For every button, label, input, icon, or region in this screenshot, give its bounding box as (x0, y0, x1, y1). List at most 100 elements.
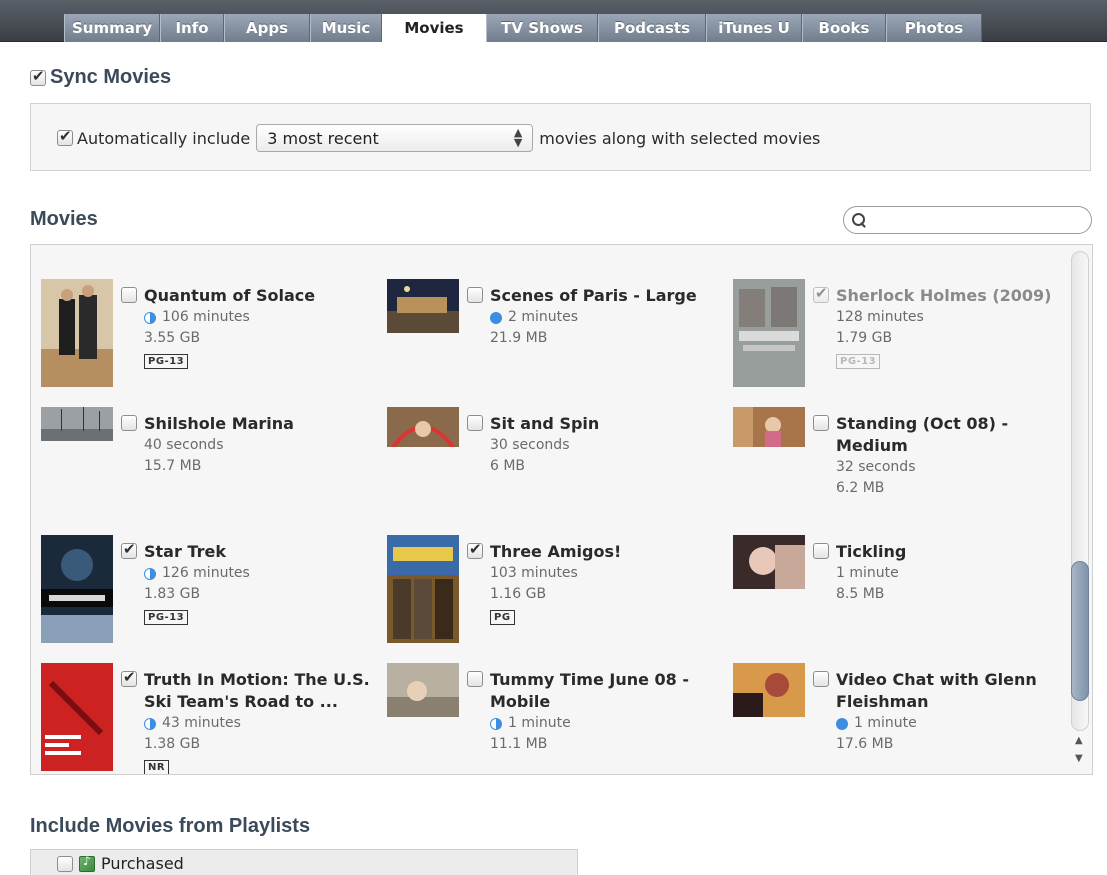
movie-title: Star Trek (144, 542, 226, 561)
video-thumb-tickling (733, 535, 805, 589)
movie-size: 17.6 MB (836, 736, 894, 752)
auto-include-selected-value: 3 most recent (267, 128, 379, 148)
movie-checkbox[interactable] (813, 543, 829, 559)
movie-title: Sit and Spin (490, 414, 600, 433)
movie-item: Tummy Time June 08 - Mobile 1 minute 11.… (387, 663, 717, 774)
movie-poster-quantum (41, 279, 113, 387)
scroll-down-arrow-icon[interactable]: ▼ (1075, 753, 1083, 764)
movie-title: Tickling (836, 542, 907, 561)
movie-rating-badge: PG-13 (144, 354, 189, 369)
tab-info[interactable]: Info (160, 14, 224, 42)
movie-duration: 43 minutes (162, 715, 241, 731)
select-arrows-icon: ▲ ▼ (513, 126, 523, 149)
movie-duration: 1 minute (508, 715, 571, 731)
tab-podcasts[interactable]: Podcasts (598, 14, 706, 42)
tab-books[interactable]: Books (802, 14, 886, 42)
movie-item: Standing (Oct 08) - Medium 32 seconds 6.… (733, 407, 1063, 532)
movie-item: Quantum of Solace 106 minutes 3.55 GB PG… (41, 279, 371, 404)
tab-photos[interactable]: Photos (886, 14, 982, 42)
movie-item: Video Chat with Glenn Fleishman 1 minute… (733, 663, 1063, 774)
movie-checkbox[interactable] (121, 668, 137, 687)
tab-strip: Summary Info Apps Music Movies TV Shows … (64, 14, 982, 42)
movie-title: Shilshole Marina (144, 414, 294, 433)
tab-music[interactable]: Music (310, 14, 382, 42)
playlists-section-title: Include Movies from Playlists (30, 815, 311, 837)
playlist-label: Purchased (101, 854, 184, 873)
movie-search-field[interactable] (843, 206, 1092, 234)
movie-title: Tummy Time June 08 - Mobile (490, 670, 690, 711)
movie-checkbox[interactable] (121, 415, 137, 431)
video-thumb-chat (733, 663, 805, 717)
search-icon (852, 212, 867, 228)
auto-include-checkbox[interactable] (57, 127, 73, 146)
movie-size: 1.38 GB (144, 736, 201, 752)
movie-rating-badge: NR (144, 760, 170, 774)
movie-checkbox[interactable] (467, 671, 483, 687)
movie-size: 6 MB (490, 458, 526, 474)
movie-checkbox[interactable] (813, 415, 829, 431)
movie-duration: 103 minutes (490, 565, 578, 581)
movies-section-title: Movies (30, 208, 98, 230)
movie-item: Shilshole Marina 40 seconds 15.7 MB (41, 407, 371, 532)
movie-duration: 1 minute (854, 715, 917, 731)
scrollbar-thumb[interactable] (1071, 561, 1089, 701)
auto-include-label: Automatically include (77, 128, 251, 148)
movie-poster-amigos (387, 535, 459, 643)
movie-duration: 106 minutes (162, 309, 250, 325)
video-thumb-standing (733, 407, 805, 447)
search-input[interactable] (873, 212, 1083, 228)
movie-checkbox[interactable] (467, 540, 483, 559)
movie-checkbox[interactable] (813, 671, 829, 687)
movie-duration: 32 seconds (836, 459, 916, 475)
movie-size: 3.55 GB (144, 330, 201, 346)
movie-item: Star Trek 126 minutes 1.83 GB PG-13 (41, 535, 371, 660)
tab-summary[interactable]: Summary (64, 14, 160, 42)
movie-item: Three Amigos! 103 minutes 1.16 GB PG (387, 535, 717, 660)
movie-title: Sherlock Holmes (2009) (836, 286, 1052, 305)
movie-title: Quantum of Solace (144, 286, 316, 305)
movie-title: Scenes of Paris - Large (490, 286, 697, 305)
auto-include-select[interactable]: 3 most recent ▲ ▼ (256, 124, 534, 152)
itunes-sync-window: Summary Info Apps Music Movies TV Shows … (0, 0, 1107, 875)
movie-checkbox[interactable] (121, 540, 137, 559)
partially-watched-icon (144, 717, 156, 730)
movie-grid: Quantum of Solace 106 minutes 3.55 GB PG… (30, 244, 1093, 775)
movie-size: 21.9 MB (490, 330, 548, 346)
movie-grid-scrollbar[interactable]: ▲ ▼ (1069, 249, 1091, 771)
movie-checkbox[interactable] (467, 287, 483, 303)
movie-rating-badge: PG-13 (144, 610, 189, 625)
sync-movies-header: Sync Movies (30, 66, 171, 89)
movie-size: 8.5 MB (836, 586, 885, 602)
video-thumb-paris (387, 279, 459, 333)
movie-duration: 30 seconds (490, 437, 570, 453)
movie-item: Sit and Spin 30 seconds 6 MB (387, 407, 717, 532)
tab-tv-shows[interactable]: TV Shows (486, 14, 598, 42)
tab-bar: Summary Info Apps Music Movies TV Shows … (0, 0, 1107, 42)
purchased-playlist-icon (79, 854, 95, 872)
movie-checkbox[interactable] (467, 415, 483, 431)
movie-rating-badge: PG (490, 610, 515, 625)
auto-include-suffix: movies along with selected movies (539, 128, 821, 148)
tab-movies[interactable]: Movies (382, 14, 486, 42)
movie-checkbox[interactable] (813, 284, 829, 303)
movie-checkbox[interactable] (121, 287, 137, 303)
video-thumb-tummy (387, 663, 459, 717)
movie-title: Truth In Motion: The U.S. Ski Team's Roa… (144, 670, 370, 711)
movie-duration: 40 seconds (144, 437, 224, 453)
movie-rating-badge: PG-13 (836, 354, 881, 369)
playlist-item[interactable]: Purchased (57, 854, 184, 873)
sync-movies-checkbox[interactable] (30, 67, 46, 86)
tab-itunes-u[interactable]: iTunes U (706, 14, 802, 42)
movie-size: 1.79 GB (836, 330, 893, 346)
playlist-checkbox[interactable] (57, 855, 73, 872)
tab-apps[interactable]: Apps (224, 14, 310, 42)
scroll-up-arrow-icon[interactable]: ▲ (1075, 735, 1083, 746)
movie-size: 1.83 GB (144, 586, 201, 602)
movie-title: Video Chat with Glenn Fleishman (836, 670, 1037, 711)
movie-item: Truth In Motion: The U.S. Ski Team's Roa… (41, 663, 371, 774)
movie-item: Scenes of Paris - Large 2 minutes 21.9 M… (387, 279, 717, 404)
partially-watched-icon (144, 311, 156, 324)
movie-poster-startrek (41, 535, 113, 643)
partially-watched-icon (144, 567, 156, 580)
video-thumb-spin (387, 407, 459, 447)
